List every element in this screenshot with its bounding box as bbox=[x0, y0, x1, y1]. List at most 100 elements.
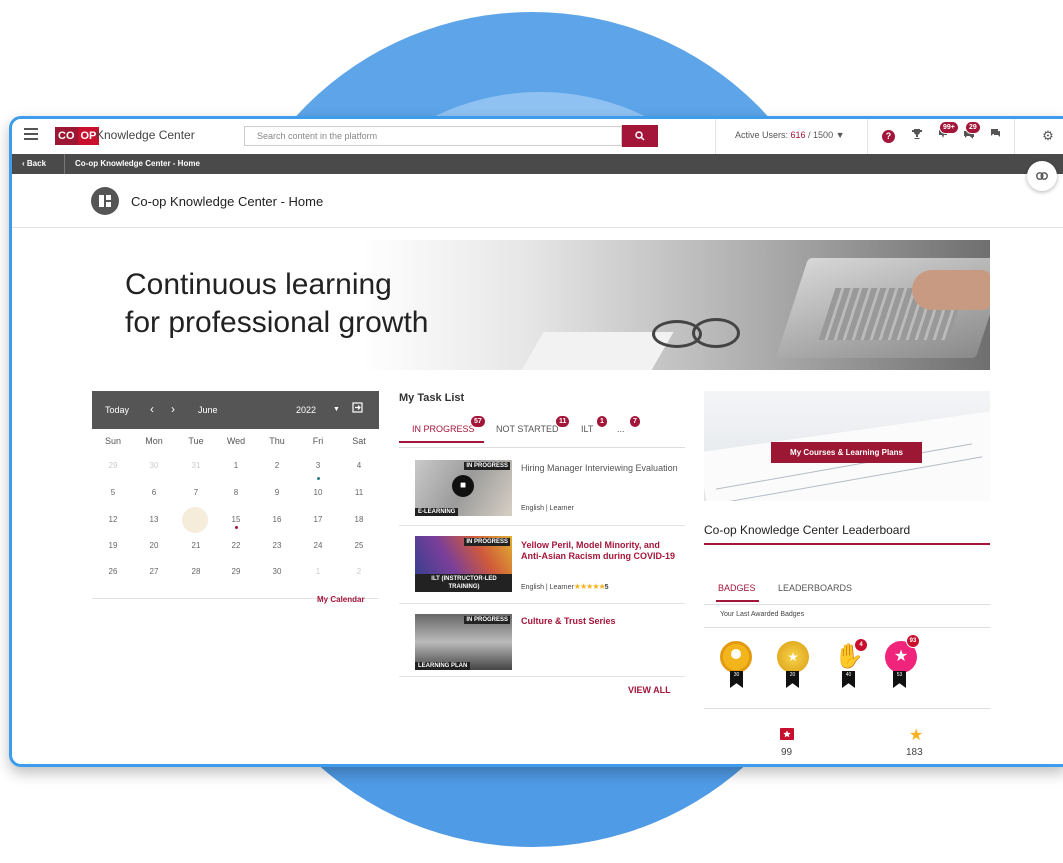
trophy-icon[interactable] bbox=[909, 128, 925, 144]
tab-count-badge: 7 bbox=[629, 415, 641, 428]
calendar-weekday: Fri bbox=[312, 436, 324, 446]
task-title[interactable]: Yellow Peril, Model Minority, and Anti-A… bbox=[521, 540, 681, 562]
calendar-day[interactable]: 15 bbox=[221, 515, 251, 524]
banner-line-1: Continuous learning bbox=[125, 268, 392, 301]
tab-underline bbox=[399, 441, 484, 443]
task-thumbnail[interactable]: IN PROGRESS LEARNING PLAN bbox=[415, 614, 512, 670]
tab-leaderboards[interactable]: LEADERBOARDS bbox=[778, 583, 852, 593]
caret-down-icon[interactable]: ▼ bbox=[333, 406, 340, 413]
calendar-day[interactable]: 31 bbox=[181, 461, 211, 470]
calendar-day[interactable]: 1 bbox=[303, 567, 333, 576]
settings-gear-icon[interactable]: ⚙ bbox=[1040, 128, 1056, 144]
badge-ribbon: 20 bbox=[786, 671, 799, 688]
divider bbox=[399, 447, 685, 448]
calendar-day[interactable]: 13 bbox=[139, 515, 169, 524]
calendar-day[interactable]: 12 bbox=[98, 515, 128, 524]
calendar-day[interactable]: 2 bbox=[344, 567, 374, 576]
search-input[interactable]: Search content in the platform bbox=[244, 126, 622, 146]
logo[interactable]: CO OP bbox=[55, 127, 100, 145]
tab-badges[interactable]: BADGES bbox=[718, 583, 756, 593]
calendar-day[interactable]: 28 bbox=[181, 567, 211, 576]
calendar-day[interactable]: 27 bbox=[139, 567, 169, 576]
active-users-dropdown[interactable]: Active Users: 616 / 1500 ▼ bbox=[735, 130, 845, 140]
calendar-weekday: Wed bbox=[226, 436, 246, 446]
calendar-export-icon[interactable] bbox=[352, 402, 363, 415]
messages-badge: 29 bbox=[965, 121, 981, 134]
calendar-day[interactable]: 11 bbox=[344, 488, 374, 497]
last-badges-label: Your Last Awarded Badges bbox=[720, 611, 805, 618]
calendar-day[interactable]: 6 bbox=[139, 488, 169, 497]
prev-month-icon[interactable]: ‹ bbox=[150, 402, 154, 416]
calendar-day[interactable]: 9 bbox=[262, 488, 292, 497]
calendar-day[interactable]: 22 bbox=[221, 541, 251, 550]
calendar-day[interactable]: 30 bbox=[139, 461, 169, 470]
calendar-day[interactable]: 20 bbox=[139, 541, 169, 550]
tab-not-started[interactable]: NOT STARTED bbox=[496, 424, 559, 434]
my-calendar-link[interactable]: My Calendar bbox=[317, 595, 365, 604]
status-badge: IN PROGRESS bbox=[464, 462, 510, 470]
calendar-day[interactable]: 23 bbox=[262, 541, 292, 550]
notebook-image bbox=[520, 332, 674, 370]
my-courses-button[interactable]: My Courses & Learning Plans bbox=[771, 442, 922, 463]
calendar-day[interactable]: 19 bbox=[98, 541, 128, 550]
tab-count-badge: 11 bbox=[555, 415, 571, 428]
hamburger-menu-icon[interactable] bbox=[24, 128, 38, 142]
calendar-day[interactable]: 26 bbox=[98, 567, 128, 576]
view-all-link[interactable]: VIEW ALL bbox=[628, 685, 671, 695]
tab-in-progress[interactable]: IN PROGRESS bbox=[412, 424, 475, 434]
calendar-day[interactable]: 21 bbox=[181, 541, 211, 550]
calendar-day[interactable]: 2 bbox=[262, 461, 292, 470]
copy-link-icon[interactable] bbox=[1027, 161, 1057, 191]
banner-line-2: for professional growth bbox=[125, 306, 429, 339]
event-dot bbox=[235, 526, 238, 529]
calendar-day[interactable]: 18 bbox=[344, 515, 374, 524]
caret-down-icon: ▼ bbox=[835, 130, 845, 140]
bronze-medal-icon[interactable]: ★ bbox=[777, 641, 809, 673]
badge-ribbon: 53 bbox=[893, 671, 906, 688]
calendar-day[interactable]: 24 bbox=[303, 541, 333, 550]
course-type-label: ILT (INSTRUCTOR-LED TRAINING) bbox=[415, 574, 512, 592]
badge-ribbon: 30 bbox=[730, 671, 743, 688]
task-meta: English | Learner★★★★★5 bbox=[521, 582, 609, 591]
calendar-day[interactable]: 16 bbox=[262, 515, 292, 524]
calendar-header: Today ‹ › June 2022 ▼ bbox=[92, 391, 379, 429]
search-icon bbox=[635, 131, 645, 141]
task-thumbnail[interactable]: IN PROGRESS ■ E-LEARNING bbox=[415, 460, 512, 516]
chat-icon[interactable] bbox=[987, 128, 1003, 144]
tab-more[interactable]: ... bbox=[617, 424, 625, 434]
tab-ilt[interactable]: ILT bbox=[581, 424, 593, 434]
stat-value: 99 bbox=[781, 747, 793, 758]
calendar-day[interactable]: 25 bbox=[344, 541, 374, 550]
back-button[interactable]: ‹ Back bbox=[22, 159, 46, 168]
task-title[interactable]: Culture & Trust Series bbox=[521, 616, 681, 627]
divider bbox=[399, 676, 685, 677]
active-users-value: 616 bbox=[790, 130, 806, 140]
calendar-day[interactable]: 10 bbox=[303, 488, 333, 497]
calendar-day[interactable]: 29 bbox=[221, 567, 251, 576]
calendar-day[interactable]: 7 bbox=[181, 488, 211, 497]
calendar-day[interactable]: 4 bbox=[344, 461, 374, 470]
stat-value: 183 bbox=[906, 747, 923, 758]
calendar-day[interactable]: 17 bbox=[303, 515, 333, 524]
search-button[interactable] bbox=[622, 125, 658, 147]
calendar-day[interactable]: 8 bbox=[221, 488, 251, 497]
calendar-day[interactable]: 1 bbox=[221, 461, 251, 470]
task-title[interactable]: Hiring Manager Interviewing Evaluation bbox=[521, 463, 681, 474]
divider bbox=[399, 525, 685, 526]
divider bbox=[12, 227, 1063, 228]
status-badge: IN PROGRESS bbox=[464, 616, 510, 624]
next-month-icon[interactable]: › bbox=[171, 402, 175, 416]
event-dot bbox=[317, 477, 320, 480]
page-title: Co-op Knowledge Center - Home bbox=[131, 194, 324, 209]
gold-medal-icon[interactable] bbox=[720, 641, 752, 673]
task-thumbnail[interactable]: IN PROGRESS ILT (INSTRUCTOR-LED TRAINING… bbox=[415, 536, 512, 592]
calendar-day[interactable]: 3 bbox=[303, 461, 333, 470]
today-button[interactable]: Today bbox=[105, 405, 129, 415]
calendar-day[interactable]: 5 bbox=[98, 488, 128, 497]
breadcrumb-current: Co-op Knowledge Center - Home bbox=[75, 159, 200, 168]
courses-card[interactable]: My Courses & Learning Plans bbox=[704, 391, 990, 501]
calendar-day[interactable]: 30 bbox=[262, 567, 292, 576]
help-icon[interactable]: ? bbox=[882, 130, 895, 143]
calendar-day[interactable]: 29 bbox=[98, 461, 128, 470]
banner-headline: Continuous learning for professional gro… bbox=[125, 266, 429, 342]
